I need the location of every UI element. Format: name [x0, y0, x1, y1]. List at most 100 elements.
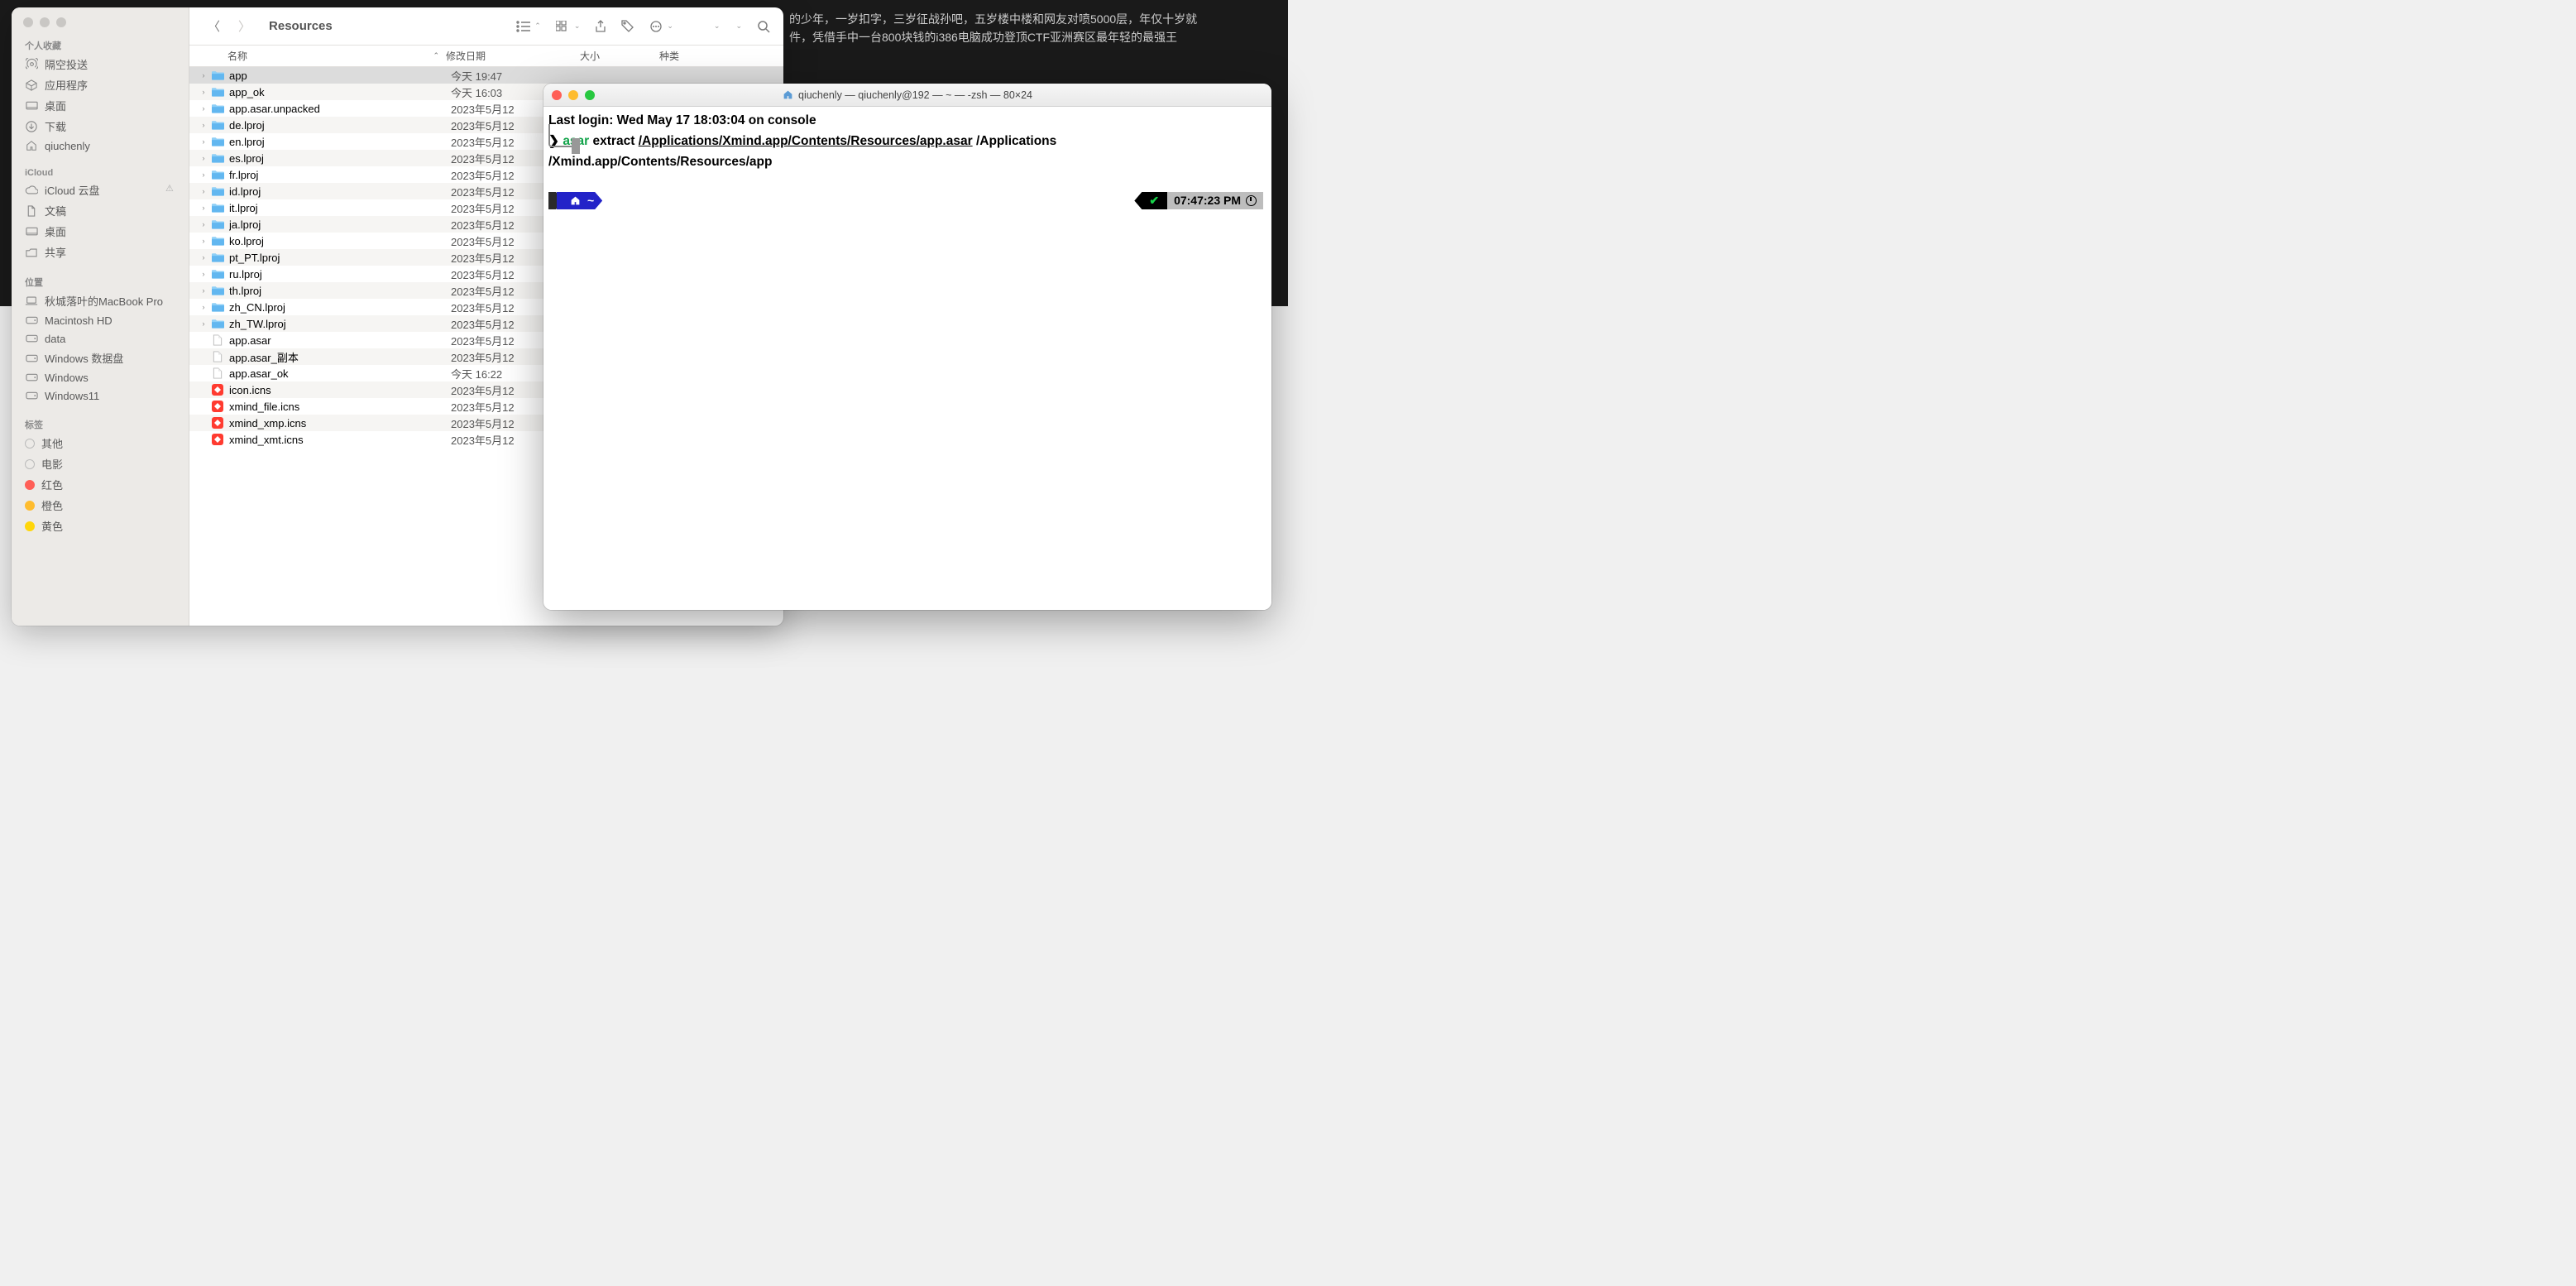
disclosure-icon[interactable]: ›	[198, 286, 209, 295]
folder-icon	[211, 201, 224, 214]
terminal-window[interactable]: qiuchenly — qiuchenly@192 — ~ — -zsh — 8…	[543, 84, 1271, 610]
sort-asc-icon: ⌃	[433, 51, 446, 60]
sidebar-item[interactable]: 桌面	[12, 221, 189, 242]
sidebar-item[interactable]: 共享	[12, 242, 189, 262]
sidebar-item[interactable]: qiuchenly	[12, 137, 189, 155]
terminal-title: qiuchenly — qiuchenly@192 — ~ — -zsh — 8…	[543, 89, 1271, 101]
disclosure-icon[interactable]: ›	[198, 319, 209, 328]
folder-icon	[211, 69, 224, 82]
tag-button[interactable]	[616, 17, 639, 36]
search-button[interactable]	[752, 17, 775, 36]
sidebar-item[interactable]: 秋城落叶的MacBook Pro	[12, 290, 189, 311]
sidebar-item[interactable]: Windows 数据盘	[12, 348, 189, 368]
file-name: zh_TW.lproj	[229, 318, 451, 330]
doc-icon	[25, 204, 38, 218]
share-icon	[25, 246, 38, 259]
sidebar-icloud-heading: iCloud	[12, 163, 189, 180]
sidebar-item-label: 红色	[41, 477, 63, 492]
terminal-command-line: ❯ asar extract /Applications/Xmind.app/C…	[548, 131, 1266, 151]
desktop-icon	[25, 225, 38, 238]
status-check-icon: ✔	[1134, 192, 1167, 209]
bg-text-line2: 件，凭借手中一台800块钱的i386电脑成功登顶CTF亚洲赛区最年轻的最强王	[789, 28, 1271, 46]
file-name: en.lproj	[229, 136, 451, 148]
sidebar-item[interactable]: 文稿	[12, 200, 189, 221]
icns-icon	[211, 416, 224, 429]
file-name: de.lproj	[229, 119, 451, 132]
sidebar-item[interactable]: 下载	[12, 116, 189, 137]
disclosure-icon[interactable]: ›	[198, 137, 209, 146]
disclosure-icon[interactable]: ›	[198, 170, 209, 179]
status-time: 07:47:23 PM	[1167, 192, 1263, 209]
view-list-button[interactable]: ⌃	[511, 17, 546, 36]
sidebar-item-label: Windows	[45, 372, 89, 384]
sidebar-item[interactable]: Windows	[12, 368, 189, 386]
finder-toolbar: 〈 〉 Resources ⌃ ⌄ ⌄ ⌄	[189, 7, 783, 46]
disclosure-icon[interactable]: ›	[198, 187, 209, 195]
disclosure-icon[interactable]: ›	[198, 204, 209, 212]
sidebar-item[interactable]: 红色	[12, 474, 189, 495]
sidebar-item[interactable]: iCloud 云盘⚠	[12, 180, 189, 200]
group-button[interactable]: ⌄	[551, 17, 586, 36]
sidebar-item[interactable]: Macintosh HD	[12, 311, 189, 329]
disk-icon	[25, 332, 38, 345]
file-name: ja.lproj	[229, 218, 451, 231]
sidebar-item-label: 共享	[45, 244, 66, 260]
sidebar-item[interactable]: 橙色	[12, 495, 189, 516]
action-button[interactable]: ⌄	[644, 17, 678, 36]
disclosure-icon[interactable]: ›	[198, 88, 209, 96]
share-button[interactable]	[590, 17, 611, 36]
col-name[interactable]: 名称⌃	[189, 49, 446, 63]
disclosure-icon[interactable]: ›	[198, 303, 209, 311]
terminal-right-status: ✔ 07:47:23 PM	[1134, 192, 1263, 209]
col-size[interactable]: 大小	[580, 49, 659, 63]
icns-icon	[211, 400, 224, 413]
finder-sidebar: 个人收藏 隔空投送应用程序桌面下载qiuchenly iCloud iCloud…	[12, 7, 189, 626]
home-icon	[570, 195, 581, 206]
tag-icon	[25, 501, 35, 511]
disclosure-icon[interactable]: ›	[198, 253, 209, 262]
file-name: app.asar.unpacked	[229, 103, 451, 115]
disk-icon	[25, 389, 38, 402]
sidebar-item[interactable]: 电影	[12, 453, 189, 474]
terminal-body[interactable]: Last login: Wed May 17 18:03:04 on conso…	[543, 107, 1271, 610]
folder-icon	[211, 85, 224, 98]
file-row[interactable]: ›app今天 19:47	[189, 67, 783, 84]
back-button[interactable]: 〈	[203, 14, 225, 38]
toolbar-overflow[interactable]: ⌄	[708, 18, 725, 34]
sidebar-item[interactable]: 桌面	[12, 95, 189, 116]
column-headers[interactable]: 名称⌃ 修改日期 大小 种类	[189, 46, 783, 67]
terminal-titlebar[interactable]: qiuchenly — qiuchenly@192 — ~ — -zsh — 8…	[543, 84, 1271, 107]
disclosure-icon[interactable]: ›	[198, 270, 209, 278]
disclosure-icon[interactable]: ›	[198, 71, 209, 79]
sidebar-item[interactable]: 应用程序	[12, 74, 189, 95]
zoom-dot-icon[interactable]	[56, 17, 66, 27]
file-name: es.lproj	[229, 152, 451, 165]
terminal-last-login: Last login: Wed May 17 18:03:04 on conso…	[548, 110, 1266, 131]
toolbar-overflow-2[interactable]: ⌄	[730, 18, 747, 34]
col-kind[interactable]: 种类	[659, 49, 783, 63]
col-date[interactable]: 修改日期	[446, 49, 580, 63]
sidebar-item[interactable]: 隔空投送	[12, 54, 189, 74]
file-name: zh_CN.lproj	[229, 301, 451, 314]
file-name: icon.icns	[229, 384, 451, 396]
disclosure-icon[interactable]: ›	[198, 121, 209, 129]
disclosure-icon[interactable]: ›	[198, 220, 209, 228]
clock-icon	[1246, 195, 1257, 206]
disclosure-icon[interactable]: ›	[198, 237, 209, 245]
sidebar-item[interactable]: data	[12, 329, 189, 348]
sidebar-item[interactable]: 黄色	[12, 516, 189, 536]
finder-title: Resources	[269, 19, 333, 33]
close-dot-icon[interactable]	[23, 17, 33, 27]
sidebar-item[interactable]: 其他	[12, 433, 189, 453]
home-icon	[25, 139, 38, 152]
warning-icon: ⚠	[165, 183, 177, 194]
chevron-down-icon: ⌃	[534, 22, 541, 31]
forward-button[interactable]: 〉	[233, 14, 256, 38]
disclosure-icon[interactable]: ›	[198, 104, 209, 113]
tag-icon	[25, 480, 35, 490]
disclosure-icon[interactable]: ›	[198, 154, 209, 162]
sidebar-item-label: Windows 数据盘	[45, 350, 123, 366]
sidebar-item[interactable]: Windows11	[12, 386, 189, 405]
minimize-dot-icon[interactable]	[40, 17, 50, 27]
disk-icon	[25, 314, 38, 327]
